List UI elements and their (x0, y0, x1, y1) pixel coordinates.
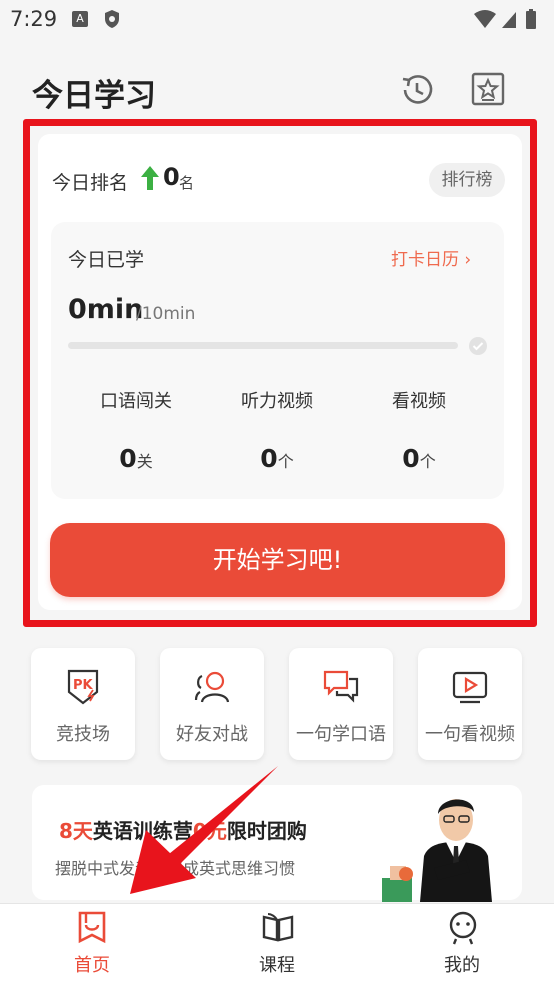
highlight-annotation (23, 119, 537, 627)
history-clock-icon[interactable] (397, 70, 437, 110)
tile-label: 好友对战 (176, 724, 248, 745)
nav-label: 我的 (444, 955, 480, 976)
status-bar: 7:29 A (0, 0, 554, 40)
open-book-icon (262, 913, 294, 942)
tile-friend-battle[interactable]: 好友对战 (160, 648, 264, 760)
teacher-portrait-image (382, 799, 492, 902)
friends-icon (194, 671, 230, 703)
nav-profile[interactable]: 我的 (402, 903, 522, 985)
signal-battery-icon (474, 9, 536, 29)
star-box-icon[interactable] (471, 72, 505, 106)
page-title: 今日学习 (32, 78, 156, 114)
tile-speaking-sentence[interactable]: 一句学口语 (289, 648, 393, 760)
svg-text:PK: PK (73, 678, 94, 693)
nav-courses[interactable]: 课程 (217, 903, 337, 985)
shield-icon (105, 10, 119, 28)
tile-label: 竞技场 (56, 724, 110, 745)
profile-face-icon (449, 911, 477, 945)
tile-label: 一句学口语 (296, 724, 386, 745)
promo-title-accent: 8天 (59, 819, 93, 843)
video-play-icon (452, 671, 488, 704)
status-time: 7:29 (10, 7, 58, 31)
nav-label: 首页 (74, 955, 110, 976)
keyboard-indicator-icon: A (72, 11, 88, 27)
tile-label: 一句看视频 (425, 724, 515, 745)
nav-label: 课程 (259, 955, 295, 976)
tile-arena[interactable]: PK 竞技场 (31, 648, 135, 760)
annotation-arrow (130, 766, 278, 894)
nav-home[interactable]: 首页 (32, 903, 152, 985)
speech-bubbles-icon (323, 670, 359, 703)
home-bookmark-icon (78, 911, 106, 944)
tile-video-sentence[interactable]: 一句看视频 (418, 648, 522, 760)
pk-shield-icon: PK (67, 669, 99, 705)
